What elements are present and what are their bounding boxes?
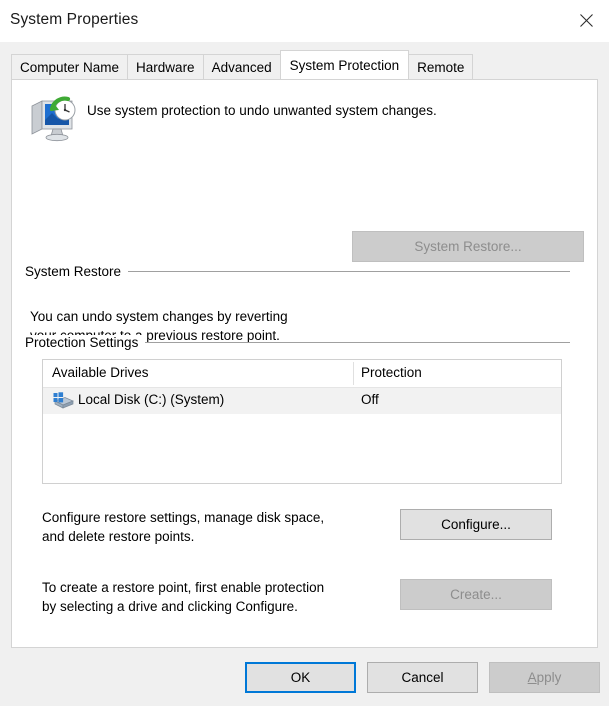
system-restore-group-label: System Restore <box>25 264 128 279</box>
tab-advanced[interactable]: Advanced <box>203 54 281 79</box>
protection-status-cell: Off <box>361 392 379 407</box>
apply-accelerator: A <box>528 670 537 685</box>
configure-description: Configure restore settings, manage disk … <box>42 508 324 546</box>
configure-button[interactable]: Configure... <box>400 509 552 540</box>
column-header-available-drives: Available Drives <box>52 365 149 380</box>
hard-drive-icon <box>52 392 74 410</box>
window-title: System Properties <box>10 11 138 29</box>
cancel-button[interactable]: Cancel <box>367 662 478 693</box>
tab-list: Computer NameHardwareAdvancedSystem Prot… <box>11 54 472 79</box>
column-divider <box>353 362 354 385</box>
system-restore-description-line1: You can undo system changes by reverting <box>30 309 288 324</box>
tab-strip: Computer NameHardwareAdvancedSystem Prot… <box>0 42 609 82</box>
drive-name-cell: Local Disk (C:) (System) <box>78 392 224 407</box>
close-icon <box>580 14 593 27</box>
configure-description-line2: and delete restore points. <box>42 529 194 544</box>
tab-system-protection[interactable]: System Protection <box>280 50 410 79</box>
system-restore-icon <box>28 96 80 144</box>
create-description-line1: To create a restore point, first enable … <box>42 580 324 595</box>
protection-settings-group-label: Protection Settings <box>25 335 145 350</box>
protection-description: Use system protection to undo unwanted s… <box>87 103 437 118</box>
close-button[interactable] <box>563 0 609 41</box>
tab-remote[interactable]: Remote <box>408 54 473 79</box>
create-description: To create a restore point, first enable … <box>42 578 324 616</box>
create-description-line2: by selecting a drive and clicking Config… <box>42 599 298 614</box>
table-row[interactable]: Local Disk (C:) (System) Off <box>43 388 561 414</box>
table-header-row: Available Drives Protection <box>43 360 561 388</box>
system-restore-separator <box>128 271 570 272</box>
title-bar: System Properties <box>0 0 609 43</box>
system-restore-button[interactable]: System Restore... <box>352 231 584 262</box>
apply-button[interactable]: Apply <box>489 662 600 693</box>
dialog-footer: OK Cancel Apply <box>0 648 609 706</box>
protection-settings-separator <box>145 342 570 343</box>
create-button[interactable]: Create... <box>400 579 552 610</box>
tab-hardware[interactable]: Hardware <box>127 54 204 79</box>
tab-computer-name[interactable]: Computer Name <box>11 54 128 79</box>
configure-description-line1: Configure restore settings, manage disk … <box>42 510 324 525</box>
ok-button[interactable]: OK <box>245 662 356 693</box>
available-drives-table[interactable]: Available Drives Protection Local Disk ( <box>42 359 562 484</box>
tab-content-panel: Use system protection to undo unwanted s… <box>11 79 598 648</box>
apply-label-rest: pply <box>537 670 562 685</box>
column-header-protection: Protection <box>361 365 422 380</box>
